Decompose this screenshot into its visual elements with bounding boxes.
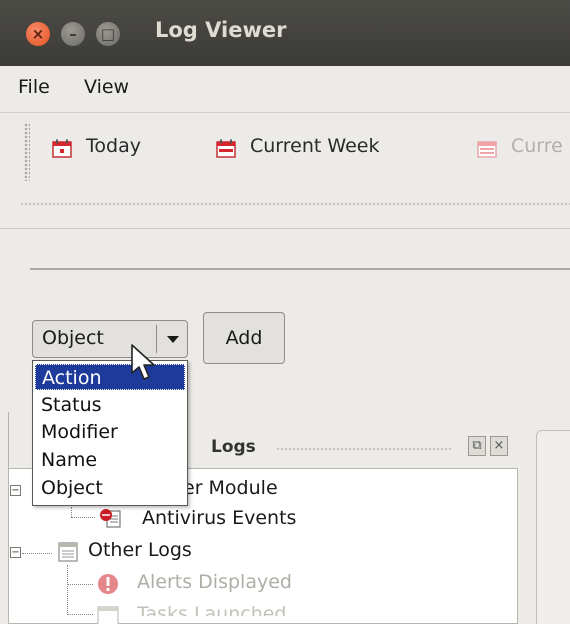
option-object[interactable]: Object xyxy=(35,475,185,501)
restore-pane-icon[interactable]: ⧉ xyxy=(468,436,486,456)
minimize-window-button[interactable]: – xyxy=(61,22,85,46)
tree-item-tasks[interactable]: Tasks Launched xyxy=(137,603,287,616)
today-label: Today xyxy=(86,135,141,157)
alert-icon xyxy=(98,574,118,594)
close-window-button[interactable]: × xyxy=(26,22,50,46)
log-document-icon xyxy=(58,542,78,562)
option-modifier[interactable]: Modifier xyxy=(35,419,185,445)
menu-bar: File View xyxy=(0,66,570,112)
option-action[interactable]: Action xyxy=(35,364,185,390)
tree-line xyxy=(67,584,93,586)
filter-divider xyxy=(30,268,570,270)
filter-options-dropdown[interactable]: Action Status Modifier Name Object xyxy=(32,360,188,506)
tree-line xyxy=(71,507,73,517)
logs-pane-title: Logs xyxy=(211,437,256,457)
pane-header-grip[interactable] xyxy=(276,447,451,451)
right-pane xyxy=(536,430,570,624)
calendar-week-icon xyxy=(216,139,236,158)
tree-item-module[interactable]: er Module xyxy=(183,477,278,499)
tree-item-other-logs[interactable]: Other Logs xyxy=(88,539,192,561)
current-week-label: Current Week xyxy=(250,135,380,157)
tree-item-antivirus-events[interactable]: Antivirus Events xyxy=(142,507,296,529)
current-month-button[interactable]: Curre xyxy=(477,135,570,165)
toolbar-separator xyxy=(20,202,570,206)
log-viewer-window: × – □ Log Viewer File View Today Current… xyxy=(0,0,570,624)
tree-line xyxy=(71,517,95,519)
mouse-cursor-icon xyxy=(131,344,155,380)
filter-field-combobox[interactable]: Object xyxy=(32,320,188,358)
today-button[interactable]: Today xyxy=(52,135,172,165)
title-bar: × – □ Log Viewer xyxy=(0,0,570,66)
current-week-button[interactable]: Current Week xyxy=(216,135,426,165)
tree-line xyxy=(67,565,69,615)
tasks-icon xyxy=(97,606,119,624)
antivirus-events-icon xyxy=(100,509,121,528)
menu-file[interactable]: File xyxy=(18,76,50,98)
chevron-down-icon[interactable] xyxy=(167,336,179,343)
add-button[interactable]: Add xyxy=(203,312,285,364)
window-title: Log Viewer xyxy=(155,18,287,42)
tree-line xyxy=(22,553,52,555)
toolbar: Today Current Week Curre xyxy=(0,112,570,191)
menu-view[interactable]: View xyxy=(84,76,129,98)
close-pane-icon[interactable]: × xyxy=(490,436,508,456)
option-status[interactable]: Status xyxy=(35,392,185,418)
tree-line xyxy=(67,614,93,616)
calendar-month-icon xyxy=(477,141,497,158)
calendar-icon xyxy=(52,139,72,158)
combobox-value: Object xyxy=(42,327,104,349)
expander-icon[interactable]: − xyxy=(10,547,21,558)
option-name[interactable]: Name xyxy=(35,447,185,473)
divider xyxy=(0,228,570,229)
tree-item-alerts-displayed[interactable]: Alerts Displayed xyxy=(137,571,292,593)
expander-icon[interactable]: − xyxy=(10,485,21,496)
current-month-label: Curre xyxy=(511,135,563,157)
maximize-window-button[interactable]: □ xyxy=(96,22,120,46)
toolbar-grip[interactable] xyxy=(24,123,30,181)
